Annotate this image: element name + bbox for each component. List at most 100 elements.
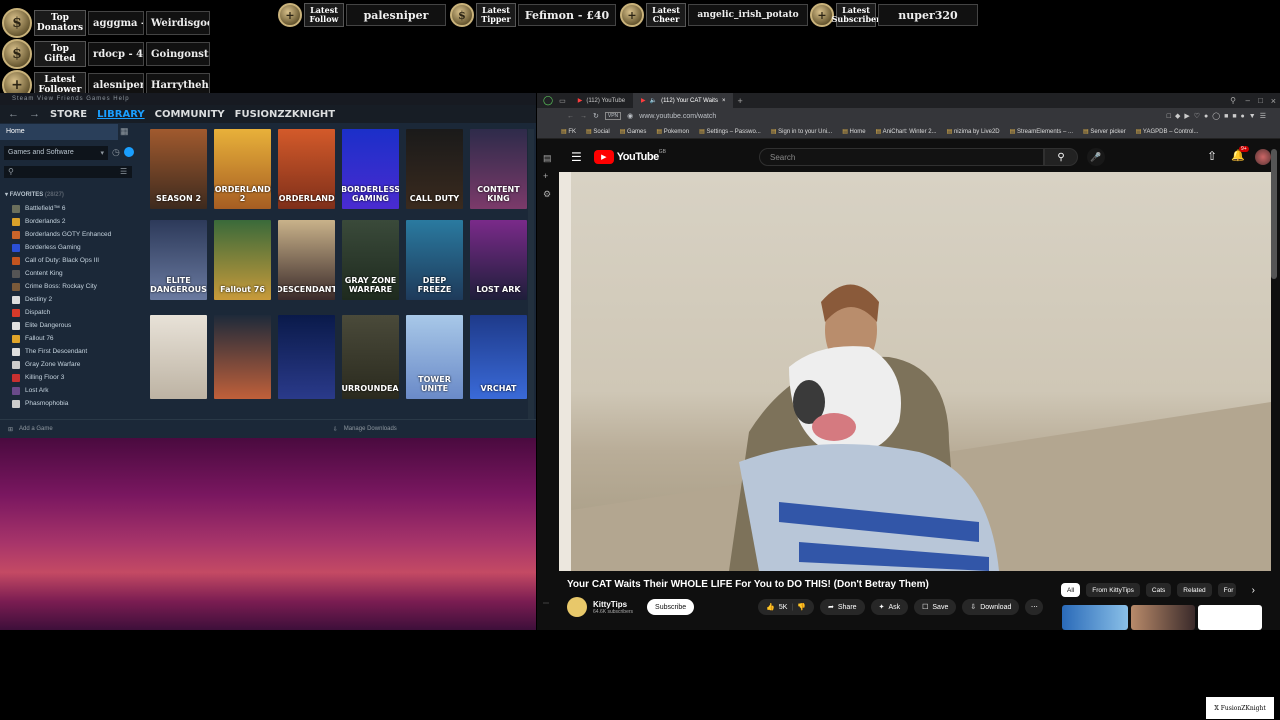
- add-game-icon[interactable]: ⊞: [8, 426, 13, 433]
- search-button-icon[interactable]: ⚲: [1044, 148, 1078, 166]
- youtube-search-input[interactable]: Search: [759, 148, 1044, 166]
- bookmark-item[interactable]: ▤ Pokemon: [656, 128, 689, 135]
- like-button[interactable]: 👍 5K | 👎: [758, 599, 814, 615]
- game-cover[interactable]: CONTENT KING: [470, 129, 527, 209]
- game-cover[interactable]: VRCHAT: [470, 315, 527, 399]
- forward-arrow-icon[interactable]: →: [29, 108, 40, 120]
- sidebar-game-item[interactable]: Crime Boss: Rockay City: [12, 280, 136, 293]
- bookmark-item[interactable]: ▤ Settings – Passwo...: [699, 128, 761, 135]
- bookmark-item[interactable]: ▤ YAGPDB – Control...: [1136, 128, 1199, 135]
- game-cover[interactable]: [150, 315, 207, 399]
- sidebar-game-item[interactable]: Lost Ark: [12, 384, 136, 397]
- thumbs-down-icon[interactable]: 👎: [797, 603, 806, 611]
- game-cover[interactable]: SEASON 2: [150, 129, 207, 209]
- chevron-right-icon[interactable]: ›: [1252, 585, 1255, 596]
- tab-community[interactable]: COMMUNITY: [155, 109, 225, 120]
- bookmark-item[interactable]: ▤ Social: [586, 128, 610, 135]
- library-scrollbar[interactable]: [528, 129, 534, 419]
- more-actions-icon[interactable]: ⋯: [1025, 599, 1044, 615]
- favorites-header[interactable]: ▾ FAVORITES (28/27): [5, 191, 64, 198]
- browser-tab[interactable]: ▶ (112) YouTube: [570, 93, 633, 108]
- url-text[interactable]: www.youtube.com/watch: [639, 113, 716, 120]
- related-video-thumbnail[interactable]: [1198, 605, 1262, 630]
- tab-list-icon[interactable]: ▭: [559, 97, 566, 105]
- tab-store[interactable]: STORE: [50, 109, 87, 120]
- close-tab-icon[interactable]: ×: [722, 98, 726, 104]
- related-video-thumbnail[interactable]: [1062, 605, 1128, 630]
- video-player[interactable]: [559, 172, 1271, 571]
- game-cover[interactable]: ELITE DANGEROUS: [150, 220, 207, 300]
- sidebar-game-item[interactable]: Borderless Gaming: [12, 241, 136, 254]
- download-button[interactable]: ⇩ Download: [962, 599, 1020, 615]
- extension-icons[interactable]: □◆▶♡●◯■■●▼☰: [1167, 112, 1270, 120]
- bookmark-item[interactable]: ▤ Games: [620, 128, 647, 135]
- mic-icon[interactable]: 🎤: [1087, 148, 1105, 166]
- sidebar-game-item[interactable]: Killing Floor 3: [12, 371, 136, 384]
- page-scrollbar[interactable]: [1271, 149, 1277, 279]
- sidebar-game-item[interactable]: Fallout 76: [12, 332, 136, 345]
- bookmark-item[interactable]: ▤ StreamElements – ...: [1010, 128, 1073, 135]
- add-game-button[interactable]: Add a Game: [19, 426, 53, 432]
- sidebar-game-item[interactable]: Content King: [12, 267, 136, 280]
- sidebar-tab-icon[interactable]: ▤: [543, 149, 552, 167]
- vpn-icon[interactable]: VPN: [604, 112, 622, 120]
- game-cover[interactable]: BORDERLANDS: [278, 129, 335, 209]
- subscribe-button[interactable]: Subscribe: [647, 599, 695, 615]
- upload-icon[interactable]: ⇧: [1207, 149, 1217, 163]
- sidebar-game-item[interactable]: Dispatch: [12, 306, 136, 319]
- manage-downloads-button[interactable]: Manage Downloads: [344, 426, 397, 432]
- sidebar-more-icon[interactable]: ⋯: [543, 600, 549, 607]
- sidebar-game-item[interactable]: Borderlands GOTY Enhanced: [12, 228, 136, 241]
- library-search-input[interactable]: ⚲: [4, 166, 132, 178]
- game-cover[interactable]: [214, 315, 271, 399]
- search-tabs-icon[interactable]: ⚲: [1230, 96, 1236, 105]
- channel-name[interactable]: KittyTips: [593, 600, 633, 609]
- chip-related[interactable]: Related: [1177, 583, 1212, 597]
- related-video-thumbnail[interactable]: [1131, 605, 1195, 630]
- recent-icon[interactable]: ◷: [112, 147, 120, 158]
- game-cover[interactable]: DEEP FREEZE: [406, 220, 463, 300]
- game-cover[interactable]: TOWER UNITE: [406, 315, 463, 399]
- sidebar-settings-icon[interactable]: ⚙: [543, 185, 552, 203]
- steam-menu-bar[interactable]: Steam View Friends Games Help: [0, 93, 536, 105]
- address-bar[interactable]: ← → ↻ VPN ◉ www.youtube.com/watch □◆▶♡●◯…: [537, 108, 1280, 124]
- browser-tab-active[interactable]: ▶ 🔈 (112) Your CAT Waits ×: [633, 93, 734, 108]
- sidebar-game-item[interactable]: Call of Duty: Black Ops III: [12, 254, 136, 267]
- bookmark-item[interactable]: ▤ Server picker: [1083, 128, 1126, 135]
- game-cover[interactable]: DESCENDANT: [278, 220, 335, 300]
- sidebar-game-item[interactable]: Phasmophobia: [12, 397, 136, 410]
- close-window-icon[interactable]: ×: [1271, 96, 1276, 106]
- avatar[interactable]: [1255, 149, 1271, 165]
- filter-icon[interactable]: ☰: [120, 167, 127, 176]
- game-cover[interactable]: [278, 315, 335, 399]
- downloads-icon[interactable]: ⇩: [333, 426, 338, 433]
- game-cover[interactable]: GRAY ZONE WARFARE: [342, 220, 399, 300]
- game-cover[interactable]: CALL DUTY: [406, 129, 463, 209]
- game-cover[interactable]: BORDERLESS GAMING: [342, 129, 399, 209]
- chip-all[interactable]: All: [1061, 583, 1081, 597]
- tab-profile[interactable]: FUSIONZZKNIGHT: [235, 109, 335, 120]
- sidebar-game-item[interactable]: Destiny 2: [12, 293, 136, 306]
- tab-library[interactable]: LIBRARY: [97, 109, 145, 120]
- sidebar-game-item[interactable]: Gray Zone Warfare: [12, 358, 136, 371]
- game-cover[interactable]: SURROUNDEAD: [342, 315, 399, 399]
- back-icon[interactable]: ←: [567, 113, 574, 120]
- library-filter-dropdown[interactable]: Games and Software ▾: [4, 146, 108, 160]
- reload-icon[interactable]: ↻: [593, 112, 599, 120]
- chip-for-you[interactable]: For: [1217, 583, 1236, 597]
- sidebar-game-item[interactable]: Borderlands 2: [12, 215, 136, 228]
- sidebar-home[interactable]: Home: [0, 124, 118, 140]
- game-cover[interactable]: Fallout 76: [214, 220, 271, 300]
- forward-icon[interactable]: →: [580, 113, 587, 120]
- bookmark-item[interactable]: ▤ FK: [561, 128, 576, 135]
- game-cover[interactable]: BORDERLANDS 2: [214, 129, 271, 209]
- menu-icon[interactable]: ☰: [571, 150, 582, 164]
- share-button[interactable]: ➦ Share: [820, 599, 865, 615]
- chip-from-channel[interactable]: From KittyTips: [1086, 583, 1140, 597]
- grid-view-icon[interactable]: ▦: [120, 126, 132, 137]
- game-cover[interactable]: LOST ARK: [470, 220, 527, 300]
- youtube-logo-text[interactable]: YouTube: [617, 151, 659, 163]
- maximize-icon[interactable]: □: [1258, 96, 1263, 105]
- sidebar-game-item[interactable]: The First Descendant: [12, 345, 136, 358]
- youtube-logo-icon[interactable]: ▶: [593, 150, 614, 164]
